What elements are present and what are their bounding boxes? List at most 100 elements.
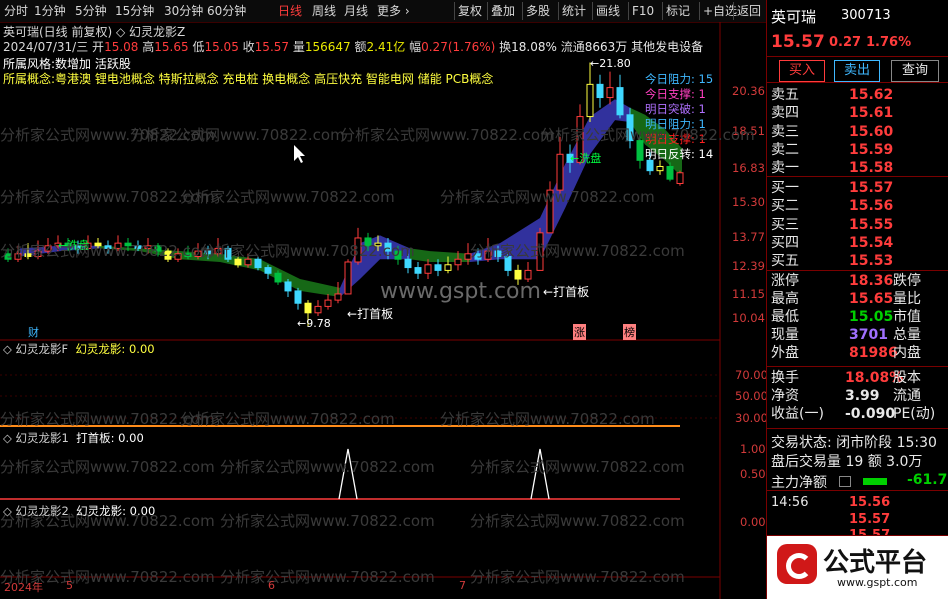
candle-body (244, 258, 252, 266)
stats2-value: 3.99 (845, 388, 880, 404)
x-axis-jun: 6 (268, 579, 275, 592)
asks-label: 卖四 (771, 105, 799, 122)
asks-row-0[interactable]: 卖五 15.62 (771, 86, 948, 104)
bids-label: 买五 (771, 253, 799, 270)
toolbar-item-6[interactable]: 日线 (278, 3, 302, 20)
candle-body (424, 264, 432, 274)
toolbar-right-item-0[interactable]: 复权 (458, 3, 482, 20)
candle-body (4, 253, 12, 260)
x-axis-jul: 7 (459, 579, 466, 592)
stats-row-0: 涨停 18.36 跌停 (771, 272, 948, 290)
p1-y-70: 70.00 (735, 368, 768, 382)
asks-row-4[interactable]: 卖一 15.58 (771, 159, 948, 177)
tick-row-1: 15.57 (771, 511, 948, 529)
stats2-row-2: 收益(一) -0.090 PE(动) (771, 405, 948, 423)
asks-row-3[interactable]: 卖二 15.59 (771, 141, 948, 159)
stats2-row-0: 换手 18.08% 股本 (771, 369, 948, 387)
asks-row-1[interactable]: 卖四 15.61 (771, 104, 948, 122)
dashouban-label-2: ←打首板 (543, 285, 590, 299)
toolbar-right-item-4[interactable]: 画线 (596, 3, 620, 20)
stats2-label2: 流通 (893, 388, 921, 404)
x-axis-may: 5 (66, 579, 73, 592)
bids-row-2[interactable]: 买三 15.55 (771, 216, 948, 234)
candle-body (364, 237, 372, 247)
toolbar-right-item-2[interactable]: 多股 (526, 3, 550, 20)
stats-row-3: 现量 3701 总量 (771, 326, 948, 344)
trade-status: 交易状态: 闭市阶段 15:30 (771, 435, 937, 451)
after-hours: 盘后交易量 19 额 3.0万 (771, 454, 923, 470)
bids-row-0[interactable]: 买一 15.57 (771, 179, 948, 197)
candle-body (104, 245, 112, 249)
asks-row-2[interactable]: 卖三 15.60 (771, 123, 948, 141)
toolbar-right-item-1[interactable]: 叠加 (491, 3, 515, 20)
query-button[interactable]: 查询 (891, 60, 939, 82)
toolbar-item-8[interactable]: 月线 (344, 3, 368, 20)
p2-y-1: 1.00 (740, 442, 766, 456)
bids-label: 买一 (771, 180, 799, 196)
stats-value: 81986 (849, 345, 898, 361)
candle-body (24, 253, 32, 257)
trend-band-segment (430, 251, 470, 262)
stats-value: 18.36 (849, 273, 894, 289)
price-axis-label-2: 16.83 (732, 161, 765, 175)
toolbar-item-5[interactable]: 60分钟 (207, 3, 246, 20)
stock-name: 英可瑞 (771, 8, 817, 26)
candle-body (494, 250, 502, 257)
dashouban-label-1: ←打首板 (347, 307, 394, 321)
panel2-header: ◇ 幻灵龙影1 打首板: 0.00 (3, 431, 144, 445)
list-marker[interactable]: 榜 (623, 324, 636, 340)
bids-price: 15.55 (849, 216, 894, 233)
panel1-value: 幻灵龙影: 0.00 (75, 342, 155, 356)
candle-body (314, 305, 322, 314)
stats-label2: 量比 (893, 291, 921, 307)
toolbar-item-4[interactable]: 30分钟 (164, 3, 203, 20)
stats-value: 15.65 (849, 291, 894, 307)
ohlc-line: 2024/07/31/三 开15.08 高15.65 低15.05 收15.57… (3, 38, 703, 55)
candle-body (374, 242, 382, 247)
bids-label: 买二 (771, 198, 799, 215)
stats2-label2: 股本 (893, 370, 921, 386)
finance-marker[interactable]: 财 (28, 324, 39, 340)
limit-up-marker[interactable]: 涨 (573, 324, 586, 340)
toolbar-item-7[interactable]: 周线 (312, 3, 336, 20)
watermark-site: www.gspt.com (380, 279, 541, 304)
candle-body (536, 232, 544, 271)
stats-label: 最低 (771, 309, 799, 325)
stats-label: 现量 (771, 327, 799, 343)
open-value: 15.08 (104, 40, 139, 54)
candle-body (44, 245, 52, 252)
candle-body (154, 245, 162, 252)
candle-body (474, 253, 482, 260)
candle-body (294, 290, 302, 304)
asks-price: 15.61 (849, 105, 894, 122)
candle-body (214, 247, 222, 255)
bids-row-1[interactable]: 买二 15.56 (771, 197, 948, 215)
asks-price: 15.60 (849, 123, 894, 140)
buy-button[interactable]: 买入 (779, 60, 825, 82)
float-label: 流通 (560, 40, 585, 54)
toolbar-right-item-3[interactable]: 统计 (562, 3, 586, 20)
toolbar-item-0[interactable]: 分时 (4, 3, 28, 20)
trough-label: ←9.78 (297, 317, 331, 330)
candle-body (264, 267, 272, 274)
sell-button[interactable]: 卖出 (834, 60, 880, 82)
close-label: 收 (242, 40, 255, 54)
net-detail-icon[interactable] (839, 476, 851, 487)
toolbar-item-1[interactable]: 1分钟 (34, 3, 66, 20)
toolbar-item-9[interactable]: 更多 › (377, 3, 410, 20)
open-label: 开 (92, 40, 105, 54)
bids-row-4[interactable]: 买五 15.53 (771, 252, 948, 270)
trend-band-segment (410, 248, 430, 262)
candle-body (404, 258, 412, 269)
toolbar-item-3[interactable]: 15分钟 (115, 3, 154, 20)
toolbar-item-2[interactable]: 5分钟 (75, 3, 107, 20)
candle-body (134, 245, 142, 249)
candle-body (546, 189, 554, 234)
sector-value[interactable]: 其他发电设备 (631, 40, 703, 54)
toolbar-right-item-6[interactable]: 标记 (666, 3, 690, 20)
candle-body (666, 165, 674, 180)
p3-y-0: 0.00 (740, 515, 766, 529)
close-value: 15.57 (254, 40, 290, 54)
toolbar-right-item-5[interactable]: F10 (632, 3, 654, 20)
bids-row-3[interactable]: 买四 15.54 (771, 234, 948, 252)
